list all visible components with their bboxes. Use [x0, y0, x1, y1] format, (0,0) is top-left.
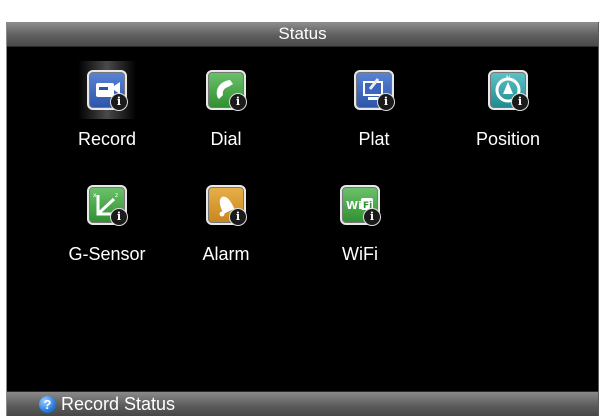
svg-text:z: z: [115, 192, 118, 199]
status-text: Record Status: [61, 394, 176, 414]
menu-item-label: Position: [475, 129, 541, 149]
menu-item-record[interactable]: i Record: [52, 55, 162, 165]
g-sensor-icon: x z i: [87, 185, 128, 226]
help-icon: ?: [39, 396, 56, 413]
svg-text:x: x: [93, 192, 97, 199]
menu-item-label: Dial: [210, 129, 242, 149]
bell-icon: i: [206, 185, 247, 226]
plat-icon: i: [354, 70, 395, 111]
info-badge-icon: i: [110, 208, 128, 226]
menu-item-g-sensor[interactable]: x z i G-Sensor: [52, 170, 162, 280]
menu-item-position[interactable]: N i Position: [453, 55, 563, 165]
status-bar: ? Record Status: [7, 391, 598, 416]
menu-item-label: Record: [77, 129, 137, 149]
compass-icon: N i: [488, 70, 529, 111]
selection-highlight: i: [78, 61, 136, 119]
menu-item-plat[interactable]: i Plat: [319, 55, 429, 165]
info-badge-icon: i: [229, 208, 247, 226]
window-title: Status: [278, 24, 327, 43]
menu-item-wifi[interactable]: Wi Fi i WiFi: [305, 170, 415, 280]
phone-icon: i: [206, 70, 247, 111]
menu-item-label: WiFi: [342, 244, 378, 264]
title-bar: Status: [7, 22, 598, 47]
svg-text:Wi: Wi: [346, 199, 362, 212]
info-badge-icon: i: [377, 93, 395, 111]
menu-item-dial[interactable]: i Dial: [171, 55, 281, 165]
menu-item-alarm[interactable]: i Alarm: [171, 170, 281, 280]
menu-item-label: G-Sensor: [68, 244, 146, 264]
svg-text:N: N: [506, 75, 511, 82]
info-badge-icon: i: [363, 208, 381, 226]
wifi-icon: Wi Fi i: [340, 185, 381, 226]
info-badge-icon: i: [110, 93, 128, 111]
menu-item-label: Plat: [358, 129, 390, 149]
info-badge-icon: i: [229, 93, 247, 111]
menu-item-label: Alarm: [202, 244, 250, 264]
status-window: Status i Record i Dial i Plat N i Positi…: [6, 22, 599, 416]
record-icon: i: [87, 70, 128, 111]
info-badge-icon: i: [511, 93, 529, 111]
